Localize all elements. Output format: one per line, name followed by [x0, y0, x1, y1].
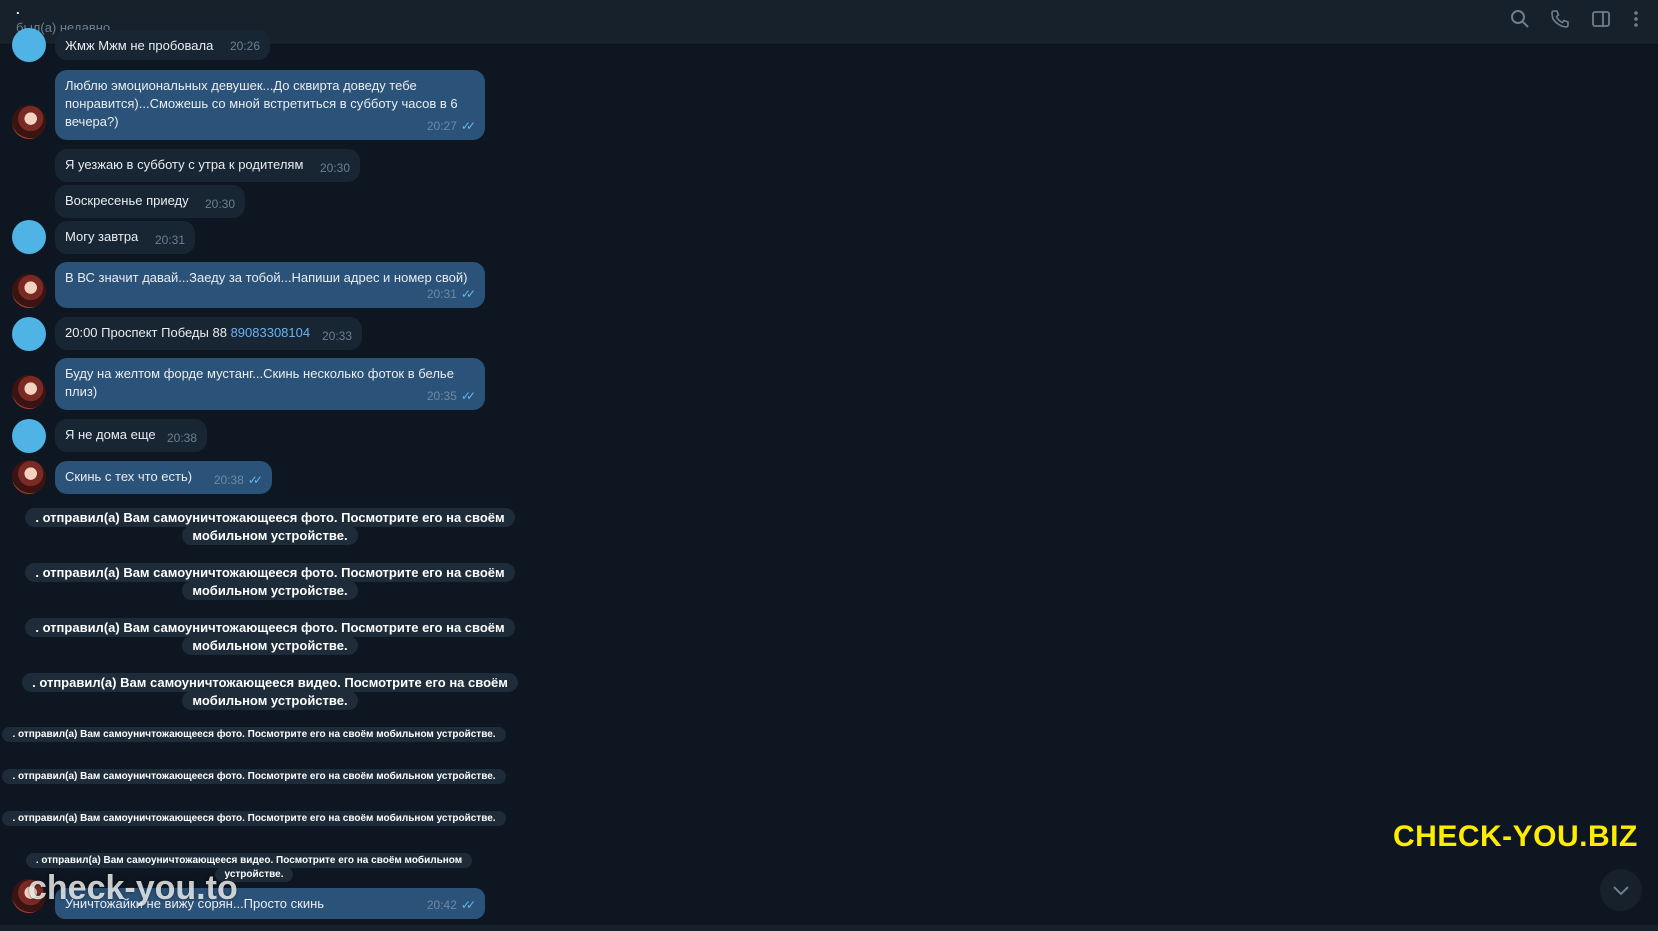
message-bubble[interactable]: Люблю эмоциональных девушек...До сквирта…: [55, 70, 485, 140]
message-bubble[interactable]: Я не дома еще 20:38: [55, 419, 207, 452]
phone-link[interactable]: 89083308104: [231, 325, 311, 340]
message-time: 20:30: [204, 197, 235, 211]
message-time: 20:30: [319, 161, 350, 175]
avatar[interactable]: [12, 460, 46, 494]
message-text: Люблю эмоциональных девушек...До сквирта…: [65, 78, 458, 129]
read-checks-icon: ✓✓: [460, 287, 476, 301]
message-time: 20:42: [426, 898, 457, 912]
read-checks-icon: ✓✓: [460, 389, 476, 403]
avatar[interactable]: [12, 419, 46, 453]
message-text: Буду на желтом форде мустанг...Скинь нес…: [65, 366, 454, 399]
avatar[interactable]: [12, 220, 46, 254]
message-time: 20:31: [154, 233, 185, 247]
read-checks-icon: ✓✓: [460, 898, 476, 912]
service-message: . отправил(а) Вам самоуничтожающееся фот…: [0, 563, 540, 600]
service-message: . отправил(а) Вам самоуничтожающееся фот…: [0, 727, 508, 742]
avatar[interactable]: [12, 375, 46, 409]
message-bubble[interactable]: Жмж Мжм не пробовала 20:26: [55, 30, 270, 60]
more-vert-icon[interactable]: [1625, 8, 1647, 30]
message-bubble[interactable]: Скинь с тех что есть) 20:38 ✓✓: [55, 461, 272, 494]
sidebar-toggle-icon[interactable]: [1590, 8, 1612, 30]
scroll-down-button[interactable]: [1600, 869, 1642, 911]
watermark-text: CHECK-YOU.BIZ: [1393, 820, 1638, 853]
message-bubble[interactable]: В ВС значит давай...Заеду за тобой...Нап…: [55, 262, 485, 308]
message-bubble[interactable]: 20:00 Проспект Победы 88 89083308104 20:…: [55, 317, 362, 350]
service-message: . отправил(а) Вам самоуничтожающееся фот…: [0, 618, 540, 655]
service-message: . отправил(а) Вам самоуничтожающееся фот…: [0, 508, 540, 545]
phone-icon[interactable]: [1549, 8, 1571, 30]
message-bubble[interactable]: Буду на желтом форде мустанг...Скинь нес…: [55, 358, 485, 410]
message-time: 20:35: [426, 389, 457, 403]
service-message: . отправил(а) Вам самоуничтожающееся фот…: [0, 769, 508, 784]
avatar[interactable]: [12, 28, 46, 62]
watermark-text: check-you.to: [28, 869, 238, 907]
read-checks-icon: ✓✓: [460, 119, 476, 133]
message-text: 20:00 Проспект Победы 88: [65, 325, 227, 340]
message-text: В ВС значит давай...Заеду за тобой...Нап…: [65, 270, 468, 285]
avatar[interactable]: [12, 317, 46, 351]
message-time: 20:33: [321, 329, 352, 343]
composer-bar: [0, 925, 1658, 931]
message-time: 20:38: [213, 473, 244, 487]
chevron-down-icon: [1613, 886, 1629, 896]
message-bubble[interactable]: Я уезжаю в субботу с утра к родителям 20…: [55, 149, 360, 182]
message-time: 20:38: [166, 431, 197, 445]
chat-title[interactable]: .: [16, 2, 20, 17]
service-message: . отправил(а) Вам самоуничтожающееся вид…: [0, 673, 540, 710]
message-time: 20:31: [426, 287, 457, 301]
search-icon[interactable]: [1509, 8, 1531, 30]
message-time: 20:26: [229, 39, 260, 53]
avatar[interactable]: [12, 105, 46, 139]
avatar[interactable]: [12, 274, 46, 308]
message-bubble[interactable]: Могу завтра 20:31: [55, 221, 195, 254]
service-message: . отправил(а) Вам самоуничтожающееся фот…: [0, 811, 508, 826]
message-text: Я уезжаю в субботу с утра к родителям: [65, 157, 304, 172]
message-time: 20:27: [426, 119, 457, 133]
read-checks-icon: ✓✓: [247, 473, 263, 487]
message-bubble[interactable]: Воскресенье приеду 20:30: [55, 185, 245, 218]
